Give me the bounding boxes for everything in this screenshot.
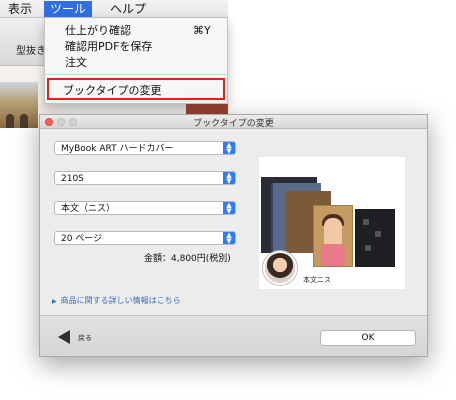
- tools-menu: 仕上がり確認 ⌘Y 確認用PDFを保存 注文 ブックタイプの変更: [44, 18, 228, 104]
- menubar: 表示 ツール ヘルプ: [0, 0, 228, 18]
- disclosure-triangle-icon: ▶: [52, 298, 57, 305]
- select-arrows-icon: ▲ ▼: [223, 172, 235, 185]
- ok-button[interactable]: OK: [320, 330, 416, 346]
- select-arrows-icon: ▲ ▼: [223, 142, 235, 155]
- preview-caption: 本文ニス: [303, 276, 331, 284]
- menu-item-change-book-type[interactable]: ブックタイプの変更: [63, 82, 162, 98]
- book-cover-photo: [313, 205, 353, 267]
- menu-help[interactable]: ヘルプ: [110, 1, 146, 17]
- dialog-title: ブックタイプの変更: [193, 119, 274, 129]
- back-arrow-icon: [58, 330, 70, 344]
- more-info-link[interactable]: ▶ 商品に関する詳しい情報はこちら: [52, 295, 181, 306]
- paper-select[interactable]: 本文（ニス） ▲ ▼: [54, 201, 236, 215]
- menu-tools[interactable]: ツール: [44, 1, 93, 17]
- book-type-value: MyBook ART ハードカバー: [61, 144, 174, 154]
- menu-item-preview[interactable]: 仕上がり確認: [65, 24, 131, 38]
- photo-thumbnail[interactable]: [0, 82, 38, 128]
- select-arrows-icon: ▲ ▼: [223, 232, 235, 245]
- highlight-box: ブックタイプの変更: [47, 78, 225, 100]
- book-preview: 本文ニス: [259, 157, 405, 289]
- pages-select[interactable]: 20 ページ ▲ ▼: [54, 231, 236, 245]
- size-select[interactable]: 210S ▲ ▼: [54, 171, 236, 185]
- menu-view[interactable]: 表示: [8, 1, 32, 17]
- dialog-titlebar: ブックタイプの変更: [40, 115, 427, 129]
- paper-value: 本文（ニス）: [61, 204, 116, 214]
- pages-value: 20 ページ: [61, 234, 103, 244]
- dialog-footer: 戻る OK: [40, 315, 427, 356]
- size-value: 210S: [61, 174, 84, 184]
- screenshot: 表示 ツール ヘルプ 型抜き 仕上がり確認 ⌘Y 確認用PDFを保存 注文 ブッ…: [0, 0, 456, 400]
- price-label: 金額：4,800円(税別): [144, 254, 231, 264]
- book-box: [355, 209, 395, 267]
- die-cut-label[interactable]: 型抜き: [16, 42, 46, 57]
- book-type-select[interactable]: MyBook ART ハードカバー ▲ ▼: [54, 141, 236, 155]
- menu-shortcut: ⌘Y: [193, 24, 211, 37]
- back-label: 戻る: [78, 334, 92, 342]
- paper-sample-avatar: [263, 251, 297, 285]
- more-info-text: 商品に関する詳しい情報はこちら: [60, 296, 181, 305]
- menu-separator: [45, 74, 227, 75]
- change-book-type-dialog: ブックタイプの変更 MyBook ART ハードカバー ▲ ▼ 210S ▲ ▼ 本…: [39, 114, 428, 357]
- select-arrows-icon: ▲ ▼: [223, 202, 235, 215]
- menu-item-order[interactable]: 注文: [65, 56, 87, 70]
- menu-item-save-pdf[interactable]: 確認用PDFを保存: [65, 40, 152, 54]
